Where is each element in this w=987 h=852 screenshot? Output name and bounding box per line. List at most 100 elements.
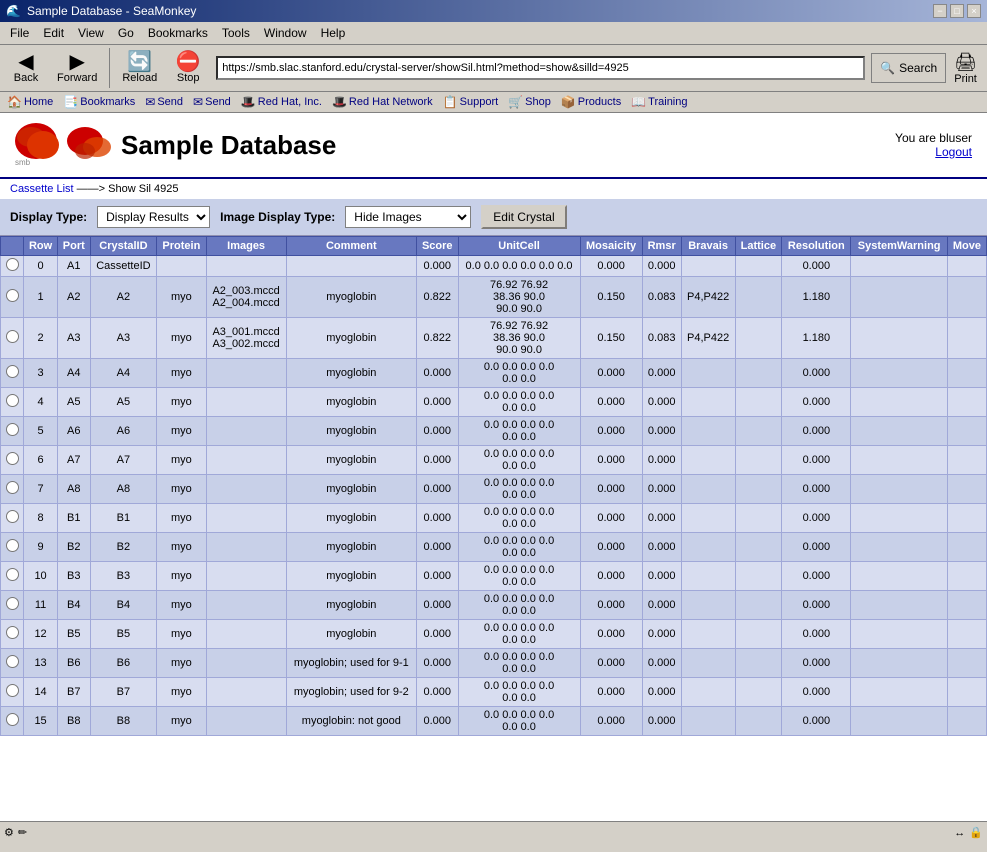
row-radio-cell[interactable] (1, 504, 24, 533)
stop-icon: ⛔ (176, 52, 201, 72)
menu-help[interactable]: Help (315, 24, 352, 42)
row-radio-cell[interactable] (1, 562, 24, 591)
menu-file[interactable]: File (4, 24, 35, 42)
bookmark-send2[interactable]: ✉ Send (190, 94, 234, 110)
cell-resolution: 0.000 (782, 504, 851, 533)
bookmark-home[interactable]: 🏠 Home (4, 94, 56, 110)
cell-unitcell: 0.0 0.0 0.0 0.0 0.0 0.0 (458, 475, 580, 504)
row-radio[interactable] (6, 330, 19, 343)
menu-tools[interactable]: Tools (216, 24, 256, 42)
display-type-select[interactable]: Display Results Display All Display Imag… (97, 206, 210, 228)
cell-comment: myoglobin (286, 417, 416, 446)
cell-warning (851, 475, 947, 504)
menu-window[interactable]: Window (258, 24, 313, 42)
row-radio-cell[interactable] (1, 417, 24, 446)
bookmark-redhat-network[interactable]: 🎩 Red Hat Network (329, 94, 436, 110)
menu-view[interactable]: View (72, 24, 110, 42)
row-radio[interactable] (6, 655, 19, 668)
row-radio[interactable] (6, 365, 19, 378)
row-radio[interactable] (6, 568, 19, 581)
row-radio[interactable] (6, 289, 19, 302)
row-radio-cell[interactable] (1, 388, 24, 417)
cell-warning (851, 620, 947, 649)
cell-rmsr: 0.000 (642, 504, 681, 533)
close-button[interactable]: × (967, 4, 981, 18)
row-radio-cell[interactable] (1, 678, 24, 707)
row-radio-cell[interactable] (1, 277, 24, 318)
cell-resolution: 0.000 (782, 591, 851, 620)
logout-link[interactable]: Logout (935, 145, 972, 159)
cell-warning (851, 359, 947, 388)
row-radio-cell[interactable] (1, 359, 24, 388)
cell-resolution: 0.000 (782, 475, 851, 504)
row-radio-cell[interactable] (1, 707, 24, 736)
row-radio[interactable] (6, 452, 19, 465)
cell-score: 0.000 (416, 359, 458, 388)
cell-protein: myo (157, 707, 206, 736)
cell-images (206, 446, 286, 475)
cell-comment: myoglobin (286, 591, 416, 620)
row-radio[interactable] (6, 597, 19, 610)
row-radio-cell[interactable] (1, 533, 24, 562)
bookmark-bookmarks[interactable]: 📑 Bookmarks (60, 94, 138, 110)
menu-bookmarks[interactable]: Bookmarks (142, 24, 214, 42)
breadcrumb-link[interactable]: Cassette List (10, 183, 74, 195)
bookmark-training[interactable]: 📖 Training (628, 94, 690, 110)
row-radio[interactable] (6, 539, 19, 552)
menu-go[interactable]: Go (112, 24, 140, 42)
row-radio-cell[interactable] (1, 475, 24, 504)
cell-port: A3 (58, 318, 91, 359)
page-header: smb Sample Database You are bluser Logou… (0, 113, 987, 179)
forward-button[interactable]: ▶ Forward (50, 49, 104, 87)
row-radio[interactable] (6, 481, 19, 494)
print-button[interactable]: 🖨 Print (948, 50, 983, 87)
back-icon: ◀ (18, 52, 33, 72)
row-radio[interactable] (6, 713, 19, 726)
table-row: 10B3B3myomyoglobin0.0000.0 0.0 0.0 0.0 0… (1, 562, 987, 591)
row-radio[interactable] (6, 626, 19, 639)
search-button[interactable]: 🔍 Search (871, 53, 946, 83)
maximize-button[interactable]: □ (950, 4, 964, 18)
reload-button[interactable]: 🔄 Reload (115, 49, 164, 87)
cell-crystalid: A4 (90, 359, 157, 388)
minimize-button[interactable]: − (933, 4, 947, 18)
cell-lattice (735, 256, 782, 277)
cell-row: 11 (24, 591, 58, 620)
row-radio[interactable] (6, 394, 19, 407)
bookmark-send1[interactable]: ✉ Send (142, 94, 186, 110)
row-radio-cell[interactable] (1, 591, 24, 620)
cell-rmsr: 0.000 (642, 256, 681, 277)
row-radio[interactable] (6, 423, 19, 436)
cell-lattice (735, 388, 782, 417)
cell-move (947, 562, 986, 591)
table-header-row: Row Port CrystalID Protein Images Commen… (1, 237, 987, 256)
row-radio-cell[interactable] (1, 256, 24, 277)
cell-port: A4 (58, 359, 91, 388)
row-radio[interactable] (6, 258, 19, 271)
bookmark-products[interactable]: 📦 Products (558, 94, 624, 110)
cell-protein: myo (157, 388, 206, 417)
menu-edit[interactable]: Edit (37, 24, 70, 42)
cell-unitcell: 0.0 0.0 0.0 0.0 0.0 0.0 (458, 417, 580, 446)
address-bar[interactable]: https://smb.slac.stanford.edu/crystal-se… (216, 56, 865, 80)
row-radio-cell[interactable] (1, 649, 24, 678)
row-radio[interactable] (6, 684, 19, 697)
row-radio-cell[interactable] (1, 446, 24, 475)
image-display-select[interactable]: Hide Images Show Images Show Thumbnails (345, 206, 471, 228)
row-radio[interactable] (6, 510, 19, 523)
row-radio-cell[interactable] (1, 620, 24, 649)
cell-crystalid: B7 (90, 678, 157, 707)
cell-lattice (735, 533, 782, 562)
bookmark-support[interactable]: 📋 Support (440, 94, 501, 110)
bookmark-shop[interactable]: 🛒 Shop (505, 94, 554, 110)
th-row: Row (24, 237, 58, 256)
bookmark-redhat-inc[interactable]: 🎩 Red Hat, Inc. (238, 94, 325, 110)
edit-crystal-button[interactable]: Edit Crystal (481, 205, 566, 229)
back-button[interactable]: ◀ Back (4, 49, 48, 87)
cell-lattice (735, 620, 782, 649)
table-row: 3A4A4myomyoglobin0.0000.0 0.0 0.0 0.0 0.… (1, 359, 987, 388)
stop-button[interactable]: ⛔ Stop (166, 49, 210, 87)
row-radio-cell[interactable] (1, 318, 24, 359)
cell-images (206, 649, 286, 678)
cell-lattice (735, 707, 782, 736)
